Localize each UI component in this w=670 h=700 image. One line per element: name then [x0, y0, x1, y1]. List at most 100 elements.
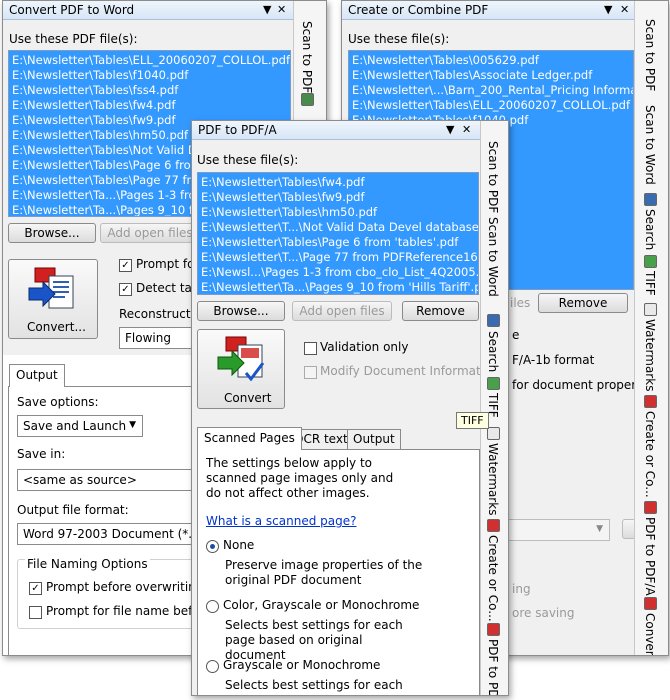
close-icon[interactable]: ✕	[462, 123, 471, 136]
none-radio[interactable]	[206, 540, 219, 553]
document-properties-fragment: for document properti	[512, 378, 645, 392]
side-tab-create-or-combine[interactable]: Create or Co...	[643, 411, 657, 498]
convert-button[interactable]: Convert	[197, 329, 285, 409]
tab-output[interactable]: Output	[9, 364, 65, 387]
pdfa-icon	[644, 501, 657, 514]
save-options-select[interactable]: Save and Launch ▼	[17, 415, 143, 437]
list-item[interactable]: E:\Newsletter\Tables\005629.pdf	[352, 53, 630, 68]
validation-only-label: Validation only	[320, 340, 409, 354]
convert-button[interactable]: Convert...	[8, 259, 98, 339]
side-tab-watermarks[interactable]: Watermarks	[486, 443, 500, 515]
remove-button[interactable]: Remove	[402, 301, 479, 321]
side-tab-search[interactable]: Search	[486, 331, 500, 372]
list-item[interactable]: E:\Newsletter\Ta...\Pages 9_10 from 'Hil…	[201, 280, 478, 294]
prompt-for-checkbox[interactable]: ✓	[119, 259, 132, 272]
tab-output-label: Output	[353, 432, 395, 446]
prompt-filename-checkbox[interactable]	[29, 606, 42, 619]
reconstruction-value: Flowing	[125, 331, 171, 345]
validation-only-checkbox[interactable]	[304, 342, 317, 355]
list-item[interactable]: E:\Newsletter\Tables\fss4.pdf	[12, 83, 287, 98]
create-pdf-icon	[644, 395, 657, 408]
color-description: Selects best settings for each page base…	[225, 618, 403, 662]
tab-output-label: Output	[16, 368, 58, 382]
remove-button[interactable]: Remove	[538, 293, 628, 313]
list-item[interactable]: E:\Newsletter\Tables\f1040.pdf	[12, 68, 287, 83]
side-tab-create-or-combine[interactable]: Create or Co...	[486, 535, 500, 622]
combine-select[interactable]: ▼	[492, 519, 610, 541]
image-icon	[644, 255, 657, 268]
list-item[interactable]: E:\Newsletter\Tables\hm50.pdf	[201, 205, 475, 220]
side-tab-watermarks[interactable]: Watermarks	[643, 319, 657, 391]
side-tab-scan-to-pdf[interactable]: Scan to PDF	[643, 19, 657, 91]
browse-button[interactable]: Browse...	[197, 301, 285, 321]
list-item[interactable]: E:\Newsl...\Pages 1-3 from cbo_clo_List_…	[201, 265, 478, 280]
grayscale-label: Grayscale or Monochrome	[223, 658, 381, 672]
dropdown-icon[interactable]: ▼	[604, 3, 612, 16]
panel-titlebar: Create or Combine PDF ▼ ✕	[342, 1, 668, 20]
prompt-filename-label: Prompt for file name before	[46, 604, 212, 618]
side-tab-search[interactable]: Search	[643, 209, 657, 250]
output-format-value: Word 97-2003 Document (*.doc)	[23, 527, 219, 541]
search-icon	[644, 193, 657, 206]
use-files-label: Use these file(s):	[197, 153, 299, 167]
save-options-value: Save and Launch	[23, 419, 127, 433]
color-label: Color, Grayscale or Monochrome	[223, 598, 420, 612]
scanned-description: The settings below apply to scanned page…	[206, 456, 394, 500]
list-item[interactable]: E:\Newsletter\Tables\fw4.pdf	[12, 98, 287, 113]
file-naming-label: File Naming Options	[25, 557, 150, 571]
save-in-label: Save in:	[17, 447, 66, 461]
browse-button[interactable]: Browse...	[8, 223, 96, 243]
list-item[interactable]: E:\Newsletter\Tables\ELL_20060207_COLLOL…	[352, 98, 630, 113]
search-icon	[487, 314, 500, 327]
modify-info-label: Modify Document Information	[320, 364, 500, 378]
save-in-value: <same as source>	[23, 473, 137, 487]
convert-button-label: Convert...	[27, 320, 86, 334]
convert-icon	[644, 597, 657, 610]
side-tab-scan-to-pdf[interactable]: Scan to PDF	[300, 21, 314, 93]
tab-scanned-pages[interactable]: Scanned Pages	[197, 427, 302, 450]
grayscale-radio[interactable]	[206, 660, 219, 673]
dropdown-icon[interactable]: ▼	[263, 3, 271, 16]
prompt-overwrite-checkbox[interactable]: ✓	[29, 582, 42, 595]
none-label: None	[223, 538, 255, 552]
reconstruction-label: Reconstructio	[119, 307, 202, 321]
list-item[interactable]: E:\Newsletter\T...\Page 77 from PDFRefer…	[201, 250, 478, 265]
side-tab-scan-to-word[interactable]: Scan to Word	[643, 105, 657, 185]
use-files-label: Use these PDF file(s):	[9, 32, 138, 46]
close-icon[interactable]: ✕	[620, 3, 629, 16]
side-tab-scan-to-word[interactable]: Scan to Word	[486, 217, 500, 297]
none-description: Preserve image properties of the origina…	[225, 558, 423, 587]
list-item[interactable]: E:\Newsletter\Tables\fw9.pdf	[201, 190, 475, 205]
ing-fragment: ing	[512, 582, 531, 596]
list-item[interactable]: E:\Newsletter\Tables\ELL_20060207_COLLOL…	[12, 53, 290, 68]
what-is-scanned-link[interactable]: What is a scanned page?	[206, 514, 356, 528]
panel-titlebar: Convert PDF to Word ▼ ✕	[3, 1, 326, 20]
list-item[interactable]: E:\Newsletter\...\Barn_200_Rental_Pricin…	[352, 83, 633, 98]
side-tab-tiff[interactable]: TIFF	[643, 271, 657, 296]
dropdown-icon[interactable]: ▼	[446, 123, 454, 136]
side-tab-pdf-to-pdfa[interactable]: PDF to PDF/A	[643, 517, 657, 596]
file-list[interactable]: E:\Newsletter\Tables\fw4.pdf E:\Newslett…	[197, 172, 479, 295]
color-radio[interactable]	[206, 600, 219, 613]
side-tab-convert[interactable]: Conver	[643, 613, 657, 655]
list-item[interactable]: E:\Newsletter\Tables\fw4.pdf	[201, 175, 475, 190]
list-item[interactable]: E:\Newsletter\Tables\Associate Ledger.pd…	[352, 68, 630, 83]
convert-button-label: Convert	[224, 391, 272, 405]
side-tab-scan-to-pdf[interactable]: Scan to PDF	[486, 141, 500, 213]
modify-info-checkbox[interactable]	[304, 366, 317, 379]
panel-title: Create or Combine PDF	[348, 3, 489, 17]
close-icon[interactable]: ✕	[277, 3, 286, 16]
output-format-label: Output file format:	[17, 503, 129, 517]
panel-title: PDF to PDF/A	[198, 123, 277, 137]
pdf-to-pdfa-panel: PDF to PDF/A ▼ ✕ Use these file(s): E:\N…	[191, 120, 509, 696]
watermark-icon	[644, 303, 657, 316]
side-tab-pdf-to-pdfa[interactable]: PDF to PDF	[486, 639, 500, 695]
detect-tables-checkbox[interactable]: ✓	[119, 283, 132, 296]
add-open-files-button[interactable]: Add open files	[100, 223, 200, 243]
tab-output[interactable]: Output	[347, 429, 401, 449]
add-open-files-button[interactable]: Add open files	[292, 301, 392, 321]
list-item[interactable]: E:\Newsletter\Tables\Page 6 from 'tables…	[201, 235, 475, 250]
saving-fragment: ore saving	[512, 606, 575, 620]
list-item[interactable]: E:\Newsletter\T...\Not Valid Data Devel …	[201, 220, 478, 235]
side-tab-strip: Scan to PDF Scan to Word Search TIFF Wat…	[634, 1, 668, 655]
